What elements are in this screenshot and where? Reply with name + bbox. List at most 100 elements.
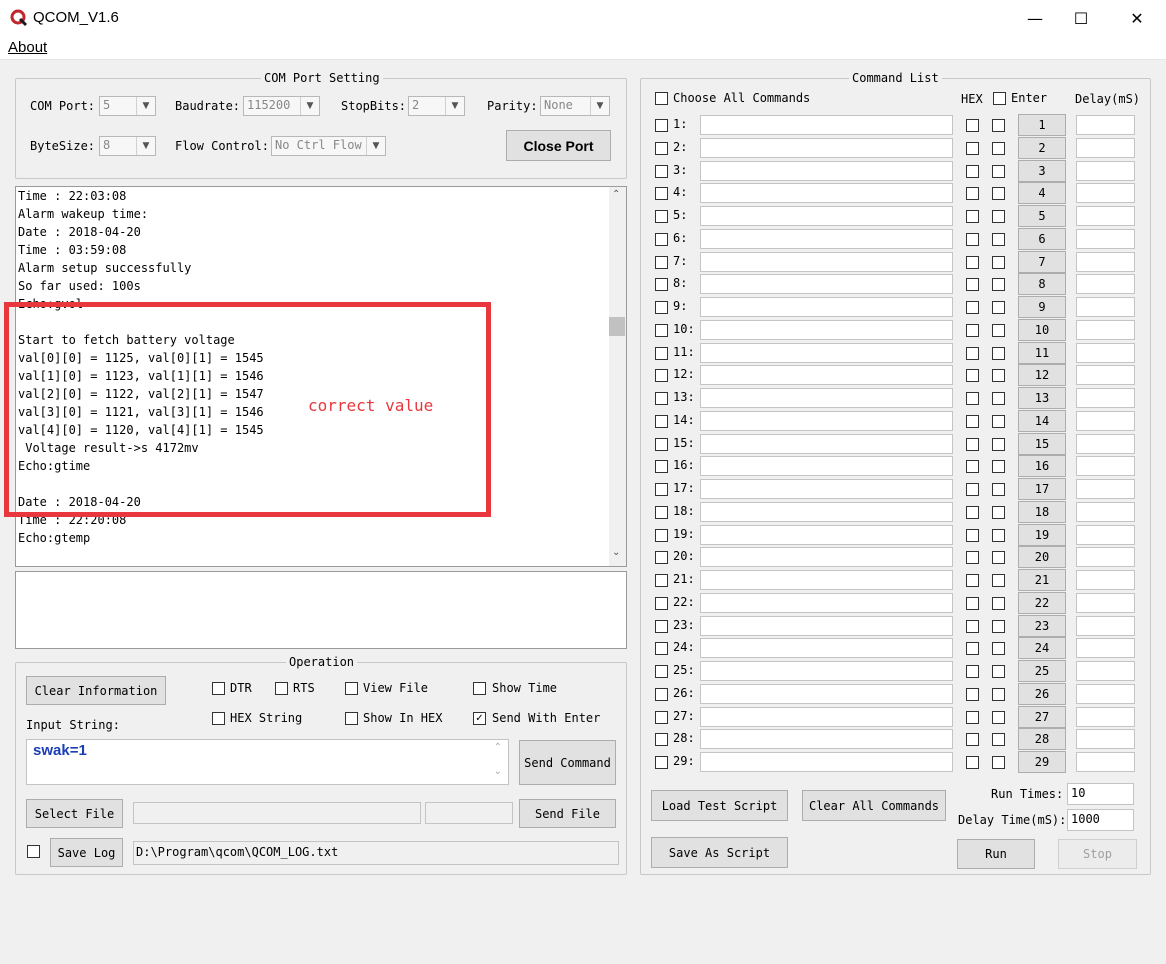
dtr-checkbox[interactable] — [212, 682, 225, 695]
save-log-checkbox[interactable] — [27, 845, 40, 858]
command-delay-input[interactable] — [1076, 479, 1135, 499]
command-input[interactable] — [700, 115, 953, 135]
command-delay-input[interactable] — [1076, 274, 1135, 295]
command-input[interactable] — [700, 661, 953, 681]
command-select-checkbox[interactable] — [655, 483, 668, 496]
clear-information-button[interactable]: Clear Information — [26, 676, 166, 705]
bytesize-select[interactable]: 8 ▼ — [99, 136, 156, 156]
command-send-button[interactable]: 2 — [1018, 136, 1066, 159]
command-send-button[interactable]: 7 — [1018, 250, 1066, 273]
command-input[interactable] — [700, 319, 953, 340]
minimize-button[interactable]: — — [1012, 0, 1058, 36]
command-delay-input[interactable] — [1076, 388, 1135, 408]
command-hex-checkbox[interactable] — [966, 437, 979, 451]
command-hex-checkbox[interactable] — [966, 187, 979, 201]
command-delay-input[interactable] — [1076, 683, 1135, 704]
command-input[interactable] — [700, 160, 953, 181]
command-input[interactable] — [700, 615, 953, 636]
command-select-checkbox[interactable] — [655, 346, 668, 360]
enter-all-checkbox[interactable] — [993, 92, 1006, 105]
command-hex-checkbox[interactable] — [966, 687, 979, 701]
command-send-button[interactable]: 24 — [1018, 637, 1066, 660]
command-enter-checkbox[interactable] — [992, 460, 1005, 474]
command-delay-input[interactable] — [1076, 206, 1135, 226]
command-hex-checkbox[interactable] — [966, 756, 979, 769]
command-select-checkbox[interactable] — [655, 460, 668, 474]
scroll-down-arrow-icon[interactable]: ⌄ — [612, 547, 620, 558]
com-port-select[interactable]: 5 ▼ — [99, 96, 156, 116]
command-input[interactable] — [700, 729, 953, 750]
command-hex-checkbox[interactable] — [966, 665, 979, 678]
command-input[interactable] — [700, 456, 953, 477]
command-send-button[interactable]: 9 — [1018, 296, 1066, 318]
command-input[interactable] — [700, 297, 953, 317]
show-time-checkbox[interactable] — [473, 682, 486, 695]
command-select-checkbox[interactable] — [655, 505, 668, 519]
command-enter-checkbox[interactable] — [992, 483, 1005, 496]
close-port-button[interactable]: Close Port — [506, 130, 611, 161]
command-input[interactable] — [700, 706, 953, 727]
command-hex-checkbox[interactable] — [966, 164, 979, 178]
command-send-button[interactable]: 6 — [1018, 227, 1066, 250]
command-enter-checkbox[interactable] — [992, 414, 1005, 428]
command-delay-input[interactable] — [1076, 661, 1135, 681]
command-send-button[interactable]: 18 — [1018, 500, 1066, 523]
command-hex-checkbox[interactable] — [966, 141, 979, 155]
command-send-button[interactable]: 25 — [1018, 660, 1066, 682]
show-in-hex-checkbox[interactable] — [345, 712, 358, 725]
command-send-button[interactable]: 14 — [1018, 409, 1066, 432]
command-send-button[interactable]: 19 — [1018, 523, 1066, 546]
command-select-checkbox[interactable] — [655, 710, 668, 724]
command-hex-checkbox[interactable] — [966, 323, 979, 337]
rts-checkbox[interactable] — [275, 682, 288, 695]
clear-all-commands-button[interactable]: Clear All Commands — [802, 790, 946, 821]
command-hex-checkbox[interactable] — [966, 414, 979, 428]
command-delay-input[interactable] — [1076, 547, 1135, 568]
command-select-checkbox[interactable] — [655, 687, 668, 701]
command-select-checkbox[interactable] — [655, 323, 668, 337]
command-enter-checkbox[interactable] — [992, 119, 1005, 132]
input-scroll-up-icon[interactable]: ⌃ — [494, 742, 502, 753]
command-delay-input[interactable] — [1076, 638, 1135, 659]
command-enter-checkbox[interactable] — [992, 710, 1005, 724]
command-input[interactable] — [700, 228, 953, 249]
command-send-button[interactable]: 15 — [1018, 432, 1066, 455]
command-hex-checkbox[interactable] — [966, 710, 979, 724]
command-hex-checkbox[interactable] — [966, 392, 979, 405]
command-delay-input[interactable] — [1076, 729, 1135, 750]
command-input[interactable] — [700, 388, 953, 408]
command-select-checkbox[interactable] — [655, 642, 668, 656]
command-select-checkbox[interactable] — [655, 187, 668, 201]
parity-select[interactable]: None ▼ — [540, 96, 610, 116]
command-enter-checkbox[interactable] — [992, 596, 1005, 610]
command-select-checkbox[interactable] — [655, 528, 668, 542]
command-select-checkbox[interactable] — [655, 392, 668, 405]
command-enter-checkbox[interactable] — [992, 437, 1005, 451]
menu-about[interactable]: About — [8, 39, 47, 56]
command-send-button[interactable]: 20 — [1018, 546, 1066, 569]
command-delay-input[interactable] — [1076, 342, 1135, 363]
command-input[interactable] — [700, 433, 953, 454]
command-input[interactable] — [700, 592, 953, 613]
command-select-checkbox[interactable] — [655, 141, 668, 155]
close-window-button[interactable]: ✕ — [1114, 0, 1160, 36]
command-delay-input[interactable] — [1076, 433, 1135, 454]
command-send-button[interactable]: 23 — [1018, 614, 1066, 637]
command-hex-checkbox[interactable] — [966, 301, 979, 314]
command-select-checkbox[interactable] — [655, 210, 668, 223]
command-enter-checkbox[interactable] — [992, 574, 1005, 587]
command-send-button[interactable]: 13 — [1018, 387, 1066, 409]
command-select-checkbox[interactable] — [655, 551, 668, 565]
vertical-scrollbar[interactable]: ⌃ ⌄ — [609, 187, 626, 566]
command-delay-input[interactable] — [1076, 251, 1135, 272]
flow-control-select[interactable]: No Ctrl Flow ▼ — [271, 136, 386, 156]
command-delay-input[interactable] — [1076, 183, 1135, 204]
command-send-button[interactable]: 8 — [1018, 273, 1066, 296]
command-select-checkbox[interactable] — [655, 665, 668, 678]
command-send-button[interactable]: 12 — [1018, 364, 1066, 387]
command-input[interactable] — [700, 365, 953, 386]
command-delay-input[interactable] — [1076, 456, 1135, 477]
command-select-checkbox[interactable] — [655, 437, 668, 451]
command-delay-input[interactable] — [1076, 524, 1135, 545]
command-delay-input[interactable] — [1076, 592, 1135, 613]
